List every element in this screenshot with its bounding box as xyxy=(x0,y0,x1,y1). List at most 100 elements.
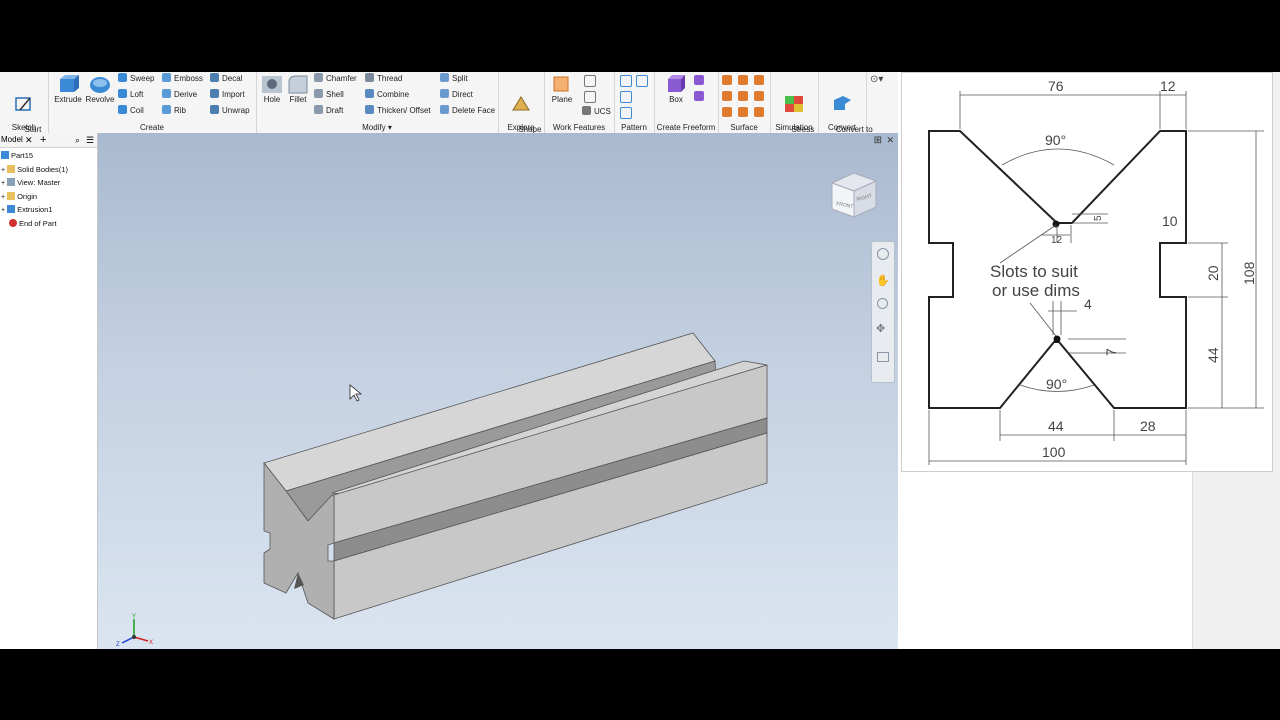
combine-icon xyxy=(365,89,374,98)
dim-12-slot: 12 xyxy=(1051,235,1063,246)
repair-icon[interactable] xyxy=(738,107,748,117)
coordinate-triad: Y X Z xyxy=(116,614,153,647)
thicken-offset-button[interactable]: Thicken/ Offset xyxy=(365,105,431,117)
work-features-group: Plane UCS Work Features xyxy=(544,72,615,133)
boundary-patch-icon[interactable] xyxy=(754,91,764,101)
axis-icon[interactable] xyxy=(584,75,596,87)
extend-icon[interactable] xyxy=(738,91,748,101)
tree-item-extrusion1[interactable]: + Extrusion1 xyxy=(1,205,53,216)
graphics-viewport[interactable]: ⊞ ✕ FRONT RIGHT ✋ ✥ Y X Z xyxy=(98,133,898,649)
freeform-face-icon[interactable] xyxy=(694,75,704,85)
expand-icon[interactable]: + xyxy=(1,207,5,214)
ucs-icon xyxy=(582,106,591,115)
emboss-button[interactable]: Emboss xyxy=(162,73,203,85)
expand-icon[interactable]: + xyxy=(1,167,5,174)
stitch-icon[interactable] xyxy=(722,75,732,85)
work-features-group-label: Work Features xyxy=(552,123,606,132)
dim-76: 76 xyxy=(1048,78,1064,94)
model-browser: Model ✕ + ⌕ ☰ Part15 + Solid Bodies(1) + V… xyxy=(0,133,98,649)
mirror-icon[interactable] xyxy=(636,75,648,87)
direct-icon xyxy=(440,89,449,98)
decal-button[interactable]: Decal xyxy=(210,73,242,85)
draft-button[interactable]: Draft xyxy=(314,105,343,117)
surface-group: Surface xyxy=(718,72,771,133)
explore-group-label: Explore xyxy=(507,123,535,132)
fillet-button[interactable]: Fillet xyxy=(284,74,312,105)
tree-item-end-of-part[interactable]: End of Part xyxy=(9,219,57,229)
combine-button[interactable]: Combine xyxy=(365,89,409,101)
unwrap-button[interactable]: Unwrap xyxy=(210,105,250,117)
freeform-group-label: Create Freeform xyxy=(656,123,716,132)
hole-button[interactable]: Hole xyxy=(258,74,286,105)
plane-button[interactable]: Plane xyxy=(548,74,576,105)
shell-button[interactable]: Shell xyxy=(314,89,344,101)
tree-item-origin[interactable]: + Origin xyxy=(1,192,37,203)
dim-5: 5 xyxy=(1093,215,1104,221)
circular-pattern-icon[interactable] xyxy=(620,91,632,103)
fit-mesh-icon[interactable] xyxy=(754,107,764,117)
note-line2: or use dims xyxy=(992,281,1080,300)
v-block-model[interactable] xyxy=(98,133,898,649)
thread-button[interactable]: Thread xyxy=(365,73,402,85)
search-icon[interactable]: ⌕ xyxy=(75,133,80,147)
tree-item-view-master[interactable]: + View: Master xyxy=(1,178,60,189)
sweep-icon xyxy=(118,73,127,82)
menu-icon[interactable]: ☰ xyxy=(86,133,94,147)
dim-108: 108 xyxy=(1241,261,1257,285)
revolve-button[interactable]: Revolve xyxy=(84,74,116,105)
sketch-pattern-icon[interactable] xyxy=(620,107,632,119)
extrude-button[interactable]: Extrude xyxy=(52,74,84,105)
ucs-button[interactable]: UCS xyxy=(582,106,611,118)
freeform-group: Box Create Freeform xyxy=(654,72,719,133)
thicken-icon xyxy=(365,105,374,114)
ribbon: Start 2D Sketch Sketch Extrude Revolve S… xyxy=(0,72,898,144)
direct-button[interactable]: Direct xyxy=(440,89,473,101)
bottom-slot-circle xyxy=(1053,335,1061,343)
sculpt-icon[interactable] xyxy=(738,75,748,85)
derive-button[interactable]: Derive xyxy=(162,89,197,101)
trim-icon[interactable] xyxy=(722,91,732,101)
expand-icon[interactable]: + xyxy=(1,180,5,187)
part-icon xyxy=(1,151,9,159)
fillet-icon xyxy=(288,75,308,94)
tab-model[interactable]: Model xyxy=(1,133,23,147)
expand-icon[interactable]: + xyxy=(1,194,5,201)
patch-icon[interactable] xyxy=(754,75,764,85)
dim-44-right: 44 xyxy=(1205,347,1221,363)
replace-face-icon[interactable] xyxy=(722,107,732,117)
v-block-drawing: 76 12 90° 5 12 10 Slots to suit or use d… xyxy=(901,72,1273,472)
dim-4: 4 xyxy=(1084,296,1092,312)
add-tab-icon[interactable]: + xyxy=(40,133,46,147)
emboss-icon xyxy=(162,73,171,82)
inventor-window: Start 2D Sketch Sketch Extrude Revolve S… xyxy=(0,72,898,649)
explore-group: Shape Generator Explore xyxy=(498,72,545,144)
point-icon[interactable] xyxy=(584,91,596,103)
ribbon-options-icon[interactable]: ⊙▾ xyxy=(870,74,883,85)
chamfer-button[interactable]: Chamfer xyxy=(314,73,357,85)
delete-face-button[interactable]: Delete Face xyxy=(440,105,495,117)
shape-generator-icon xyxy=(512,96,530,111)
close-icon[interactable]: ✕ xyxy=(25,133,33,147)
modify-group: Hole Fillet Chamfer Shell Draft Thread C… xyxy=(256,72,499,133)
split-button[interactable]: Split xyxy=(440,73,468,85)
sweep-button[interactable]: Sweep xyxy=(118,73,154,85)
chevron-down-icon: ▾ xyxy=(387,123,392,132)
tree-item-part[interactable]: Part15 xyxy=(1,151,33,161)
surface-group-label: Surface xyxy=(730,123,758,132)
sketch-group-label: Sketch xyxy=(11,123,37,132)
tree-item-solid-bodies[interactable]: + Solid Bodies(1) xyxy=(1,165,68,176)
coil-button[interactable]: Coil xyxy=(118,105,144,117)
loft-button[interactable]: Loft xyxy=(118,89,143,101)
modify-group-label[interactable]: Modify ▾ xyxy=(256,123,498,132)
triad-z-label: Z xyxy=(116,642,120,647)
rib-button[interactable]: Rib xyxy=(162,105,186,117)
rectangular-pattern-icon[interactable] xyxy=(620,75,632,87)
freeform-convert-icon[interactable] xyxy=(694,91,704,101)
delete-face-icon xyxy=(440,105,449,114)
pattern-group-label: Pattern xyxy=(621,123,647,132)
plane-icon xyxy=(553,76,569,92)
create-group-label: Create xyxy=(139,123,164,132)
import-button[interactable]: Import xyxy=(210,89,245,101)
box-button[interactable]: Box xyxy=(662,74,690,105)
v-block-section-drawing: 76 12 90° 5 12 10 Slots to suit or use d… xyxy=(928,78,1264,465)
